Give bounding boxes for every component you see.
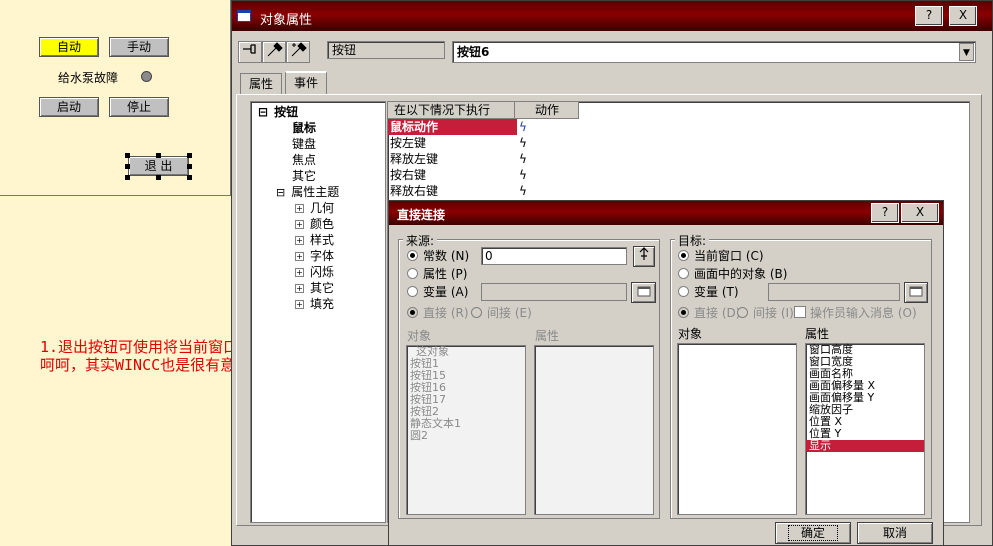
radio-direct[interactable]: 直接 (R) — [407, 305, 469, 321]
selection-handle[interactable] — [156, 175, 161, 180]
target-group-label: 目标: — [675, 232, 710, 249]
object-select[interactable]: 按钮6 — [452, 41, 976, 63]
source-objects-header: 对象 — [407, 329, 432, 343]
fault-indicator — [141, 71, 152, 82]
object-type-field: 按钮 — [327, 41, 445, 59]
help-button[interactable]: ? — [915, 6, 943, 26]
table-row[interactable]: 按左键 — [388, 135, 517, 151]
window-title: 对象属性 — [260, 13, 313, 28]
direct-connection-dialog: 直接连接 ? X 来源: 常数 (N) 0 属性 (P) 变量 (A) 直接 (… — [388, 200, 944, 546]
fault-label: 给水泵故障 — [58, 71, 119, 85]
selection-handle[interactable] — [125, 153, 130, 158]
target-properties-list[interactable]: 窗口高度 窗口宽度 画面名称 画面偏移量 X 画面偏移量 Y 缩放因子 位置 X… — [805, 343, 925, 515]
tree-item-mouse[interactable]: 鼠标 — [292, 120, 316, 136]
dialog-titlebar: 直接连接 ? X — [389, 201, 943, 225]
browse-icon[interactable] — [633, 246, 655, 267]
selection-handle[interactable] — [187, 164, 192, 169]
variable-browse-icon[interactable] — [631, 282, 656, 303]
source-group-label: 来源: — [403, 232, 438, 249]
selection-handle[interactable] — [125, 175, 130, 180]
selection-handle[interactable] — [156, 153, 161, 158]
window-titlebar: 对象属性 ? X — [232, 1, 992, 31]
tree-subitem[interactable]: + 字体 — [295, 248, 334, 264]
start-button[interactable]: 启动 — [39, 97, 99, 117]
tree-subitem[interactable]: + 填充 — [295, 296, 334, 312]
selection-handle[interactable] — [187, 175, 192, 180]
ok-button[interactable]: 确定 — [775, 522, 851, 544]
table-row[interactable]: 释放右键 — [388, 183, 517, 199]
tree-subitem[interactable]: + 其它 — [295, 280, 334, 296]
target-properties-header: 属性 — [805, 327, 830, 341]
stop-button[interactable]: 停止 — [109, 97, 169, 117]
dialog-close-button[interactable]: X — [901, 203, 939, 223]
dropper-icon[interactable] — [262, 41, 286, 63]
close-button[interactable]: X — [949, 6, 977, 26]
source-properties-list[interactable] — [534, 345, 654, 515]
chevron-down-icon[interactable]: ▼ — [959, 43, 974, 61]
object-select-value: 按钮6 — [457, 45, 490, 59]
tree-subitem[interactable]: + 几何 — [295, 200, 334, 216]
variable-input[interactable] — [481, 283, 627, 301]
tab-properties[interactable]: 属性 — [240, 73, 283, 95]
target-objects-header: 对象 — [678, 327, 703, 341]
dropper-plus-icon[interactable] — [286, 41, 310, 63]
lightning-icon[interactable]: ϟ — [519, 167, 527, 183]
canvas-panel: 自动 手动 给水泵故障 启动 停止 退 出 — [0, 0, 231, 196]
list-item-selected[interactable]: 显示 — [806, 440, 924, 452]
selection-handle[interactable] — [187, 153, 192, 158]
table-row[interactable]: 鼠标动作 — [388, 119, 517, 135]
tree-root[interactable]: ⊟ 按钮 — [258, 104, 298, 120]
lightning-icon[interactable]: ϟ — [519, 151, 527, 167]
target-variable-input[interactable] — [768, 283, 900, 301]
selection-handle[interactable] — [125, 164, 130, 169]
source-properties-header: 属性 — [535, 329, 560, 343]
table-row[interactable]: 释放左键 — [388, 151, 517, 167]
dialog-help-button[interactable]: ? — [871, 203, 899, 223]
radio-constant[interactable]: 常数 (N) — [407, 248, 469, 264]
auto-button[interactable]: 自动 — [39, 37, 99, 57]
exit-button[interactable]: 退 出 — [128, 156, 189, 176]
radio-target-indirect[interactable]: 间接 (I) — [737, 305, 794, 321]
tree-item-focus[interactable]: 焦点 — [292, 152, 316, 168]
source-objects-list[interactable]: 这对象 按钮1 按钮15 按钮16 按钮17 按钮2 静态文本1 圆2 — [406, 345, 526, 515]
target-objects-list[interactable] — [677, 343, 797, 515]
window-icon — [237, 10, 251, 22]
pin-icon[interactable] — [238, 41, 262, 63]
ok-button-label: 确定 — [787, 525, 838, 541]
radio-screen-object[interactable]: 画面中的对象 (B) — [678, 266, 787, 282]
tree-item-other[interactable]: 其它 — [292, 168, 316, 184]
tree-item-keyboard[interactable]: 键盘 — [292, 136, 316, 152]
tree-subitem[interactable]: + 颜色 — [295, 216, 334, 232]
cancel-button[interactable]: 取消 — [857, 522, 933, 544]
target-variable-browse-icon[interactable] — [904, 282, 928, 303]
constant-value-input[interactable]: 0 — [481, 247, 627, 265]
table-row[interactable]: 按右键 — [388, 167, 517, 183]
radio-variable[interactable]: 变量 (A) — [407, 284, 468, 300]
lightning-icon[interactable]: ϟ — [519, 135, 527, 151]
operator-message-checkbox[interactable]: 操作员输入消息 (O) — [794, 305, 917, 321]
tab-events[interactable]: 事件 — [285, 71, 328, 95]
tree-subitem[interactable]: + 样式 — [295, 232, 334, 248]
radio-target-variable[interactable]: 变量 (T) — [678, 284, 739, 300]
lightning-icon[interactable]: ϟ — [519, 119, 527, 135]
manual-button[interactable]: 手动 — [109, 37, 169, 57]
radio-indirect[interactable]: 间接 (E) — [471, 305, 532, 321]
event-tree: ⊟ 按钮 鼠标 键盘 焦点 其它 ⊟ 属性主题 + 几何 + 颜色 + 样式 + 字体 + 闪… — [250, 101, 386, 523]
column-header-event[interactable]: 在以下情况下执行 — [388, 102, 515, 119]
radio-property[interactable]: 属性 (P) — [407, 266, 467, 282]
column-header-action[interactable]: 动作 — [515, 102, 579, 119]
radio-target-direct[interactable]: 直接 (D) — [678, 305, 740, 321]
lightning-icon[interactable]: ϟ — [519, 183, 527, 199]
dialog-title: 直接连接 — [397, 208, 446, 222]
tree-item-property-topics[interactable]: ⊟ 属性主题 — [276, 184, 339, 201]
radio-current-window[interactable]: 当前窗口 (C) — [678, 248, 764, 264]
list-item[interactable]: 圆2 — [407, 430, 525, 442]
tree-subitem[interactable]: + 闪烁 — [295, 264, 334, 280]
